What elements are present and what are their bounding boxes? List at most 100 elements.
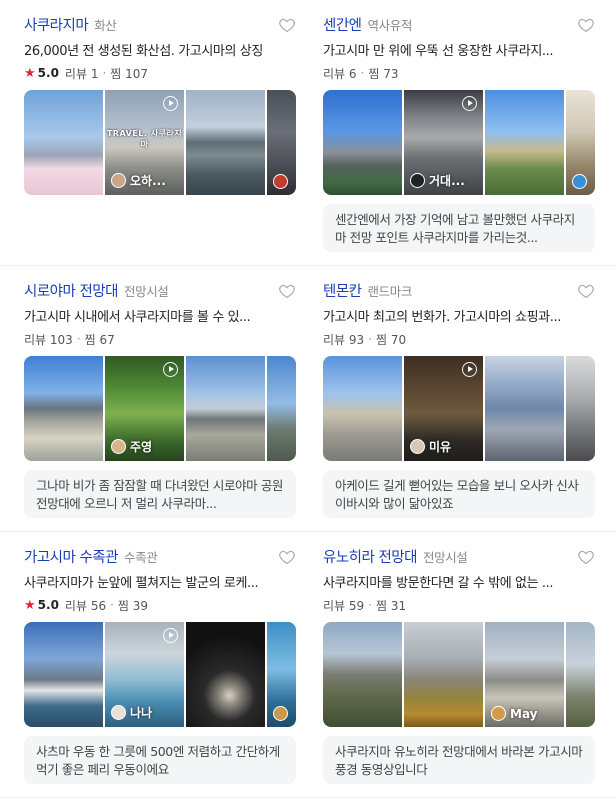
place-name[interactable]: 센간엔: [323, 14, 362, 35]
review-snippet[interactable]: 사츠마 우동 한 그릇에 500엔 저렴하고 간단하게 먹기 좋은 페리 우동이…: [24, 736, 296, 784]
photo-thumbnail[interactable]: 주영: [105, 356, 184, 461]
author-name: May: [510, 706, 538, 721]
place-card[interactable]: 시로야마 전망대 전망시설 가고시마 시내에서 사쿠라지마를 볼 수 있... …: [24, 280, 296, 518]
avatar: [111, 439, 126, 454]
avatar: [410, 439, 425, 454]
place-card[interactable]: 사쿠라지마 화산 26,000년 전 생성된 화산섬. 가고시마의 상징 ★ 5…: [24, 14, 296, 195]
place-meta: 리뷰 6 · 찜 73: [323, 64, 595, 82]
photo-author: 미유: [410, 438, 451, 455]
heart-outline-icon[interactable]: [577, 16, 595, 34]
heart-outline-icon[interactable]: [278, 16, 296, 34]
place-meta: ★ 5.0 리뷰 1 · 찜 107: [24, 64, 296, 82]
place-name[interactable]: 가고시마 수족관: [24, 546, 119, 567]
photo-strip[interactable]: 거대...: [323, 90, 595, 195]
photo-thumbnail[interactable]: [267, 622, 296, 727]
avatar: [572, 174, 587, 189]
place-name[interactable]: 텐몬칸: [323, 280, 362, 301]
heart-outline-icon[interactable]: [577, 282, 595, 300]
card-header: 텐몬칸 랜드마크: [323, 280, 595, 302]
photo-author: 주영: [111, 438, 152, 455]
photo-author: [572, 174, 591, 189]
meta-separator: ·: [360, 66, 365, 80]
place-category: 랜드마크: [367, 284, 413, 299]
avatar: [111, 173, 126, 188]
avatar: [273, 174, 288, 189]
review-snippet[interactable]: 센간엔에서 가장 기억에 남고 볼만했던 사쿠라지마 전망 포인트 사쿠라지마를…: [323, 204, 595, 252]
heart-outline-icon[interactable]: [577, 548, 595, 566]
save-count: 찜 70: [376, 332, 407, 347]
photo-thumbnail[interactable]: [323, 356, 402, 461]
author-name: 주영: [130, 440, 153, 454]
photo-strip[interactable]: 미유: [323, 356, 595, 461]
review-snippet[interactable]: 그나마 비가 좀 잠잠할 때 다녀왔던 시로야마 공원 전망대에 오르니 저 멀…: [24, 470, 296, 518]
review-snippet[interactable]: 사쿠라지마 유노히라 전망대에서 바라본 가고시마 풍경 동영상입니다: [323, 736, 595, 784]
photo-strip[interactable]: TRAVEL. 사쿠라지마 오하...: [24, 90, 296, 195]
place-card[interactable]: 텐몬칸 랜드마크 가고시마 최고의 번화가. 가고시마의 쇼핑과... 리뷰 9…: [323, 280, 595, 518]
meta-separator: ·: [76, 332, 81, 346]
photo-thumbnail[interactable]: TRAVEL. 사쿠라지마 오하...: [105, 90, 184, 195]
photo-thumbnail[interactable]: [186, 90, 265, 195]
photo-thumbnail[interactable]: [267, 356, 296, 461]
review-snippet[interactable]: 아케이드 길게 뻗어있는 모습을 보니 오사카 신사이바시와 많이 닮아있죠: [323, 470, 595, 518]
place-card[interactable]: 유노히라 전망대 전망시설 사쿠라지마를 방문한다면 갈 수 밖에 없는 ...…: [323, 546, 595, 784]
heart-outline-icon[interactable]: [278, 548, 296, 566]
photo-strip[interactable]: May: [323, 622, 595, 727]
photo-author: 나나: [111, 704, 152, 721]
play-icon: [163, 96, 178, 111]
photo-thumbnail[interactable]: [485, 90, 564, 195]
card-header: 가고시마 수족관 수족관: [24, 546, 296, 568]
card-header: 사쿠라지마 화산: [24, 14, 296, 36]
photo-thumbnail[interactable]: [566, 622, 595, 727]
rating-value: 5.0: [37, 66, 59, 80]
place-name[interactable]: 유노히라 전망대: [323, 546, 418, 567]
play-icon: [462, 362, 477, 377]
author-name: 오하...: [130, 174, 166, 188]
row-divider: [0, 265, 616, 266]
place-card[interactable]: 가고시마 수족관 수족관 사쿠라지마가 눈앞에 펼쳐지는 발군의 로케... ★…: [24, 546, 296, 784]
place-name[interactable]: 시로야마 전망대: [24, 280, 119, 301]
author-name: 거대...: [429, 174, 465, 188]
place-description: 가고시마 시내에서 사쿠라지마를 볼 수 있...: [24, 310, 251, 325]
card-header: 유노히라 전망대 전망시설: [323, 546, 595, 568]
photo-thumbnail[interactable]: [566, 356, 595, 461]
avatar: [491, 706, 506, 721]
photo-thumbnail[interactable]: [323, 90, 402, 195]
photo-author: [273, 174, 292, 189]
photo-thumbnail[interactable]: [24, 356, 103, 461]
place-category: 역사유적: [367, 18, 413, 33]
avatar: [273, 706, 288, 721]
photo-thumbnail[interactable]: [186, 356, 265, 461]
photo-strip[interactable]: 주영: [24, 356, 296, 461]
play-icon: [462, 96, 477, 111]
photo-thumbnail[interactable]: [186, 622, 265, 727]
save-count: 찜 67: [84, 332, 115, 347]
place-card[interactable]: 센간엔 역사유적 가고시마 만 위에 우뚝 선 웅장한 사쿠라지... 리뷰 6…: [323, 14, 595, 252]
photo-thumbnail[interactable]: [566, 90, 595, 195]
card-header: 센간엔 역사유적: [323, 14, 595, 36]
place-category: 전망시설: [124, 284, 169, 299]
photo-author: 거대...: [410, 172, 465, 189]
place-description: 가고시마 만 위에 우뚝 선 웅장한 사쿠라지...: [323, 44, 554, 59]
place-description: 26,000년 전 생성된 화산섬. 가고시마의 상징: [24, 44, 263, 59]
photo-author: [273, 706, 292, 721]
photo-thumbnail[interactable]: 나나: [105, 622, 184, 727]
photo-thumbnail[interactable]: [404, 622, 483, 727]
row-divider: [0, 797, 616, 798]
photo-thumbnail[interactable]: 미유: [404, 356, 483, 461]
review-count: 리뷰 6: [323, 66, 357, 81]
heart-outline-icon[interactable]: [278, 282, 296, 300]
photo-thumbnail[interactable]: 거대...: [404, 90, 483, 195]
photo-thumbnail[interactable]: [24, 622, 103, 727]
avatar: [111, 705, 126, 720]
photo-thumbnail[interactable]: [24, 90, 103, 195]
place-name[interactable]: 사쿠라지마: [24, 14, 89, 35]
photo-thumbnail[interactable]: May: [485, 622, 564, 727]
photo-thumbnail[interactable]: [323, 622, 402, 727]
photo-thumbnail[interactable]: [267, 90, 296, 195]
photo-author: May: [491, 706, 538, 721]
author-name: 나나: [130, 706, 153, 720]
star-icon: ★: [24, 597, 36, 613]
photo-strip[interactable]: 나나: [24, 622, 296, 727]
place-meta: 리뷰 93 · 찜 70: [323, 330, 595, 348]
photo-thumbnail[interactable]: [485, 356, 564, 461]
